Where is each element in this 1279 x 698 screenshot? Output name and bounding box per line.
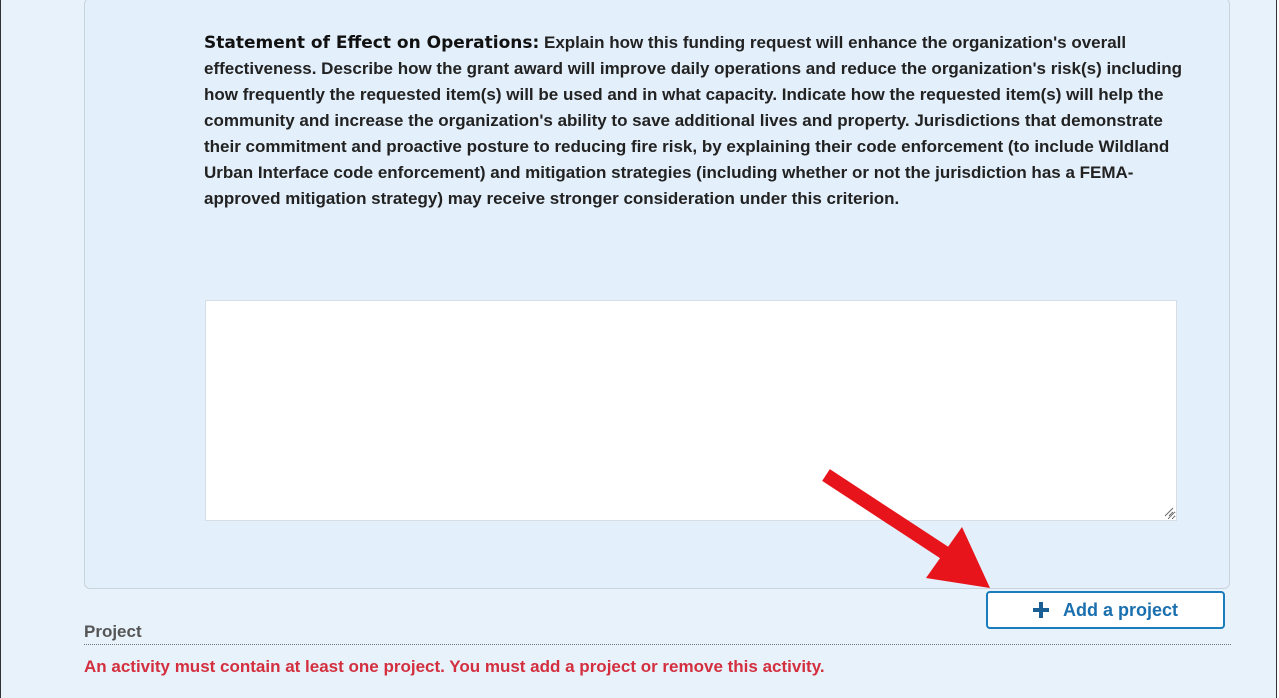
add-project-label: Add a project — [1062, 599, 1178, 620]
statement-instructions: Statement of Effect on Operations: Expla… — [204, 30, 1184, 212]
statement-body: Explain how this funding request will en… — [204, 33, 1182, 208]
resize-handle-icon[interactable] — [1162, 505, 1174, 517]
plus-icon — [1032, 602, 1049, 618]
error-message: An activity must contain at least one pr… — [84, 657, 825, 676]
statement-response-textarea[interactable] — [205, 300, 1177, 521]
project-section-label: Project — [84, 622, 1231, 645]
statement-heading: Statement of Effect on Operations: — [204, 33, 540, 53]
